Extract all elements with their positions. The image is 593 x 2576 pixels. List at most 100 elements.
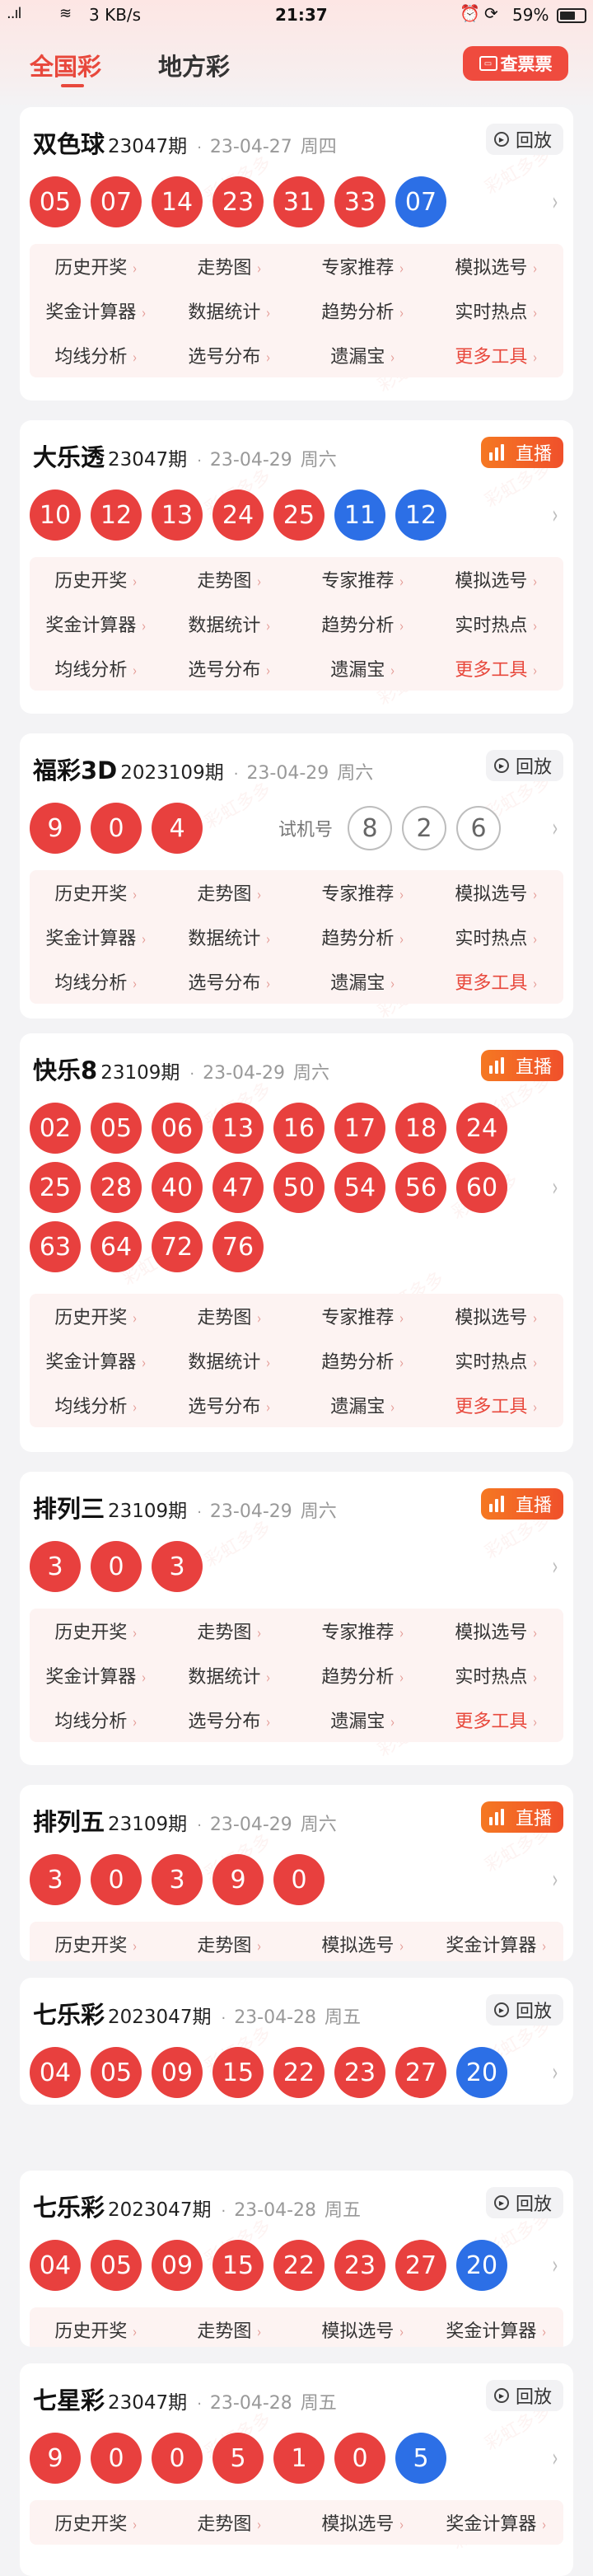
lottery-card[interactable]: 彩虹多多彩虹多多彩虹多多彩虹多多彩虹多多排列三23109期·23-04-29周六… bbox=[20, 1472, 573, 1765]
tool-link[interactable]: 实时热点 › bbox=[430, 1662, 563, 1688]
tab-national-lottery[interactable]: 全国彩 bbox=[30, 48, 101, 87]
tool-link[interactable]: 模拟选号 › bbox=[430, 879, 563, 906]
tool-link[interactable]: 更多工具 › bbox=[430, 968, 563, 995]
tool-link[interactable]: 模拟选号 › bbox=[296, 1931, 430, 1957]
tool-link[interactable]: 历史开奖 › bbox=[30, 253, 163, 279]
replay-button[interactable]: ▶ 回放 bbox=[485, 1994, 563, 2026]
tool-link[interactable]: 奖金计算器 › bbox=[30, 924, 163, 950]
lottery-card[interactable]: 彩虹多多彩虹多多彩虹多多七星彩23047期·23-04-28周五▶回放90051… bbox=[20, 2363, 573, 2576]
tool-link[interactable]: 走势图 › bbox=[163, 879, 296, 906]
lottery-card[interactable]: 彩虹多多彩虹多多彩虹多多彩虹多多彩虹多多快乐823109期·23-04-29周六… bbox=[20, 1033, 573, 1452]
tool-link[interactable]: 模拟选号 › bbox=[430, 1618, 563, 1644]
live-button[interactable]: 直播 bbox=[480, 1488, 563, 1520]
replay-button[interactable]: ▶ 回放 bbox=[485, 750, 563, 781]
lottery-card[interactable]: 彩虹多多彩虹多多彩虹多多彩虹多多彩虹多多双色球23047期·23-04-27周四… bbox=[20, 107, 573, 400]
lottery-card[interactable]: 彩虹多多彩虹多多彩虹多多彩虹多多彩虹多多大乐透23047期·23-04-29周六… bbox=[20, 420, 573, 714]
tool-link[interactable]: 实时热点 › bbox=[430, 611, 563, 637]
tool-link[interactable]: 专家推荐 › bbox=[296, 1303, 430, 1329]
tool-link[interactable]: 趋势分析 › bbox=[296, 1662, 430, 1688]
tool-link[interactable]: 选号分布 › bbox=[163, 1707, 296, 1733]
lottery-card[interactable]: 彩虹多多彩虹多多彩虹多多七乐彩2023047期·23-04-28周五▶回放040… bbox=[20, 2171, 573, 2347]
tool-link[interactable]: 选号分布 › bbox=[163, 342, 296, 368]
tool-link[interactable]: 数据统计 › bbox=[163, 1347, 296, 1374]
live-button[interactable]: 直播 bbox=[480, 1801, 563, 1833]
tool-link[interactable]: 模拟选号 › bbox=[296, 2509, 430, 2536]
tool-link[interactable]: 历史开奖 › bbox=[30, 1303, 163, 1329]
tool-link[interactable]: 走势图 › bbox=[163, 2509, 296, 2536]
tool-link[interactable]: 更多工具 › bbox=[430, 655, 563, 681]
tool-link[interactable]: 模拟选号 › bbox=[430, 1303, 563, 1329]
tool-link[interactable]: 更多工具 › bbox=[430, 1707, 563, 1733]
tool-link[interactable]: 走势图 › bbox=[163, 566, 296, 592]
tool-link[interactable]: 走势图 › bbox=[163, 253, 296, 279]
tool-link[interactable]: 均线分析 › bbox=[30, 1707, 163, 1733]
tool-link[interactable]: 专家推荐 › bbox=[296, 253, 430, 279]
chevron-right-icon[interactable]: › bbox=[552, 2444, 558, 2473]
tool-link[interactable]: 走势图 › bbox=[163, 1303, 296, 1329]
tool-link[interactable]: 均线分析 › bbox=[30, 968, 163, 995]
tool-link[interactable]: 均线分析 › bbox=[30, 342, 163, 368]
tool-link[interactable]: 走势图 › bbox=[163, 2316, 296, 2343]
tool-link[interactable]: 数据统计 › bbox=[163, 1662, 296, 1688]
tool-link[interactable]: 历史开奖 › bbox=[30, 2316, 163, 2343]
chevron-right-icon[interactable]: › bbox=[552, 2251, 558, 2280]
tool-link[interactable]: 遗漏宝 › bbox=[296, 342, 430, 368]
tool-link[interactable]: 选号分布 › bbox=[163, 1392, 296, 1418]
live-button[interactable]: 直播 bbox=[480, 1050, 563, 1081]
replay-button[interactable]: ▶ 回放 bbox=[485, 2380, 563, 2411]
tool-link[interactable]: 奖金计算器 › bbox=[430, 2316, 563, 2343]
tool-link[interactable]: 数据统计 › bbox=[163, 297, 296, 324]
tool-link[interactable]: 历史开奖 › bbox=[30, 1618, 163, 1644]
tool-link[interactable]: 实时热点 › bbox=[430, 297, 563, 324]
tool-link[interactable]: 奖金计算器 › bbox=[30, 297, 163, 324]
tool-link[interactable]: 数据统计 › bbox=[163, 611, 296, 637]
tool-link[interactable]: 更多工具 › bbox=[430, 1392, 563, 1418]
tool-link[interactable]: 走势图 › bbox=[163, 1618, 296, 1644]
tool-link[interactable]: 专家推荐 › bbox=[296, 879, 430, 906]
tool-link[interactable]: 趋势分析 › bbox=[296, 297, 430, 324]
chevron-right-icon[interactable]: › bbox=[552, 501, 558, 530]
tool-link[interactable]: 更多工具 › bbox=[430, 342, 563, 368]
tool-link[interactable]: 遗漏宝 › bbox=[296, 968, 430, 995]
tool-link[interactable]: 模拟选号 › bbox=[430, 566, 563, 592]
tool-link[interactable]: 历史开奖 › bbox=[30, 1931, 163, 1957]
tool-link[interactable]: 趋势分析 › bbox=[296, 1347, 430, 1374]
tool-link[interactable]: 实时热点 › bbox=[430, 924, 563, 950]
tool-link[interactable]: 实时热点 › bbox=[430, 1347, 563, 1374]
chevron-right-icon[interactable]: › bbox=[552, 1173, 558, 1202]
tool-link[interactable]: 奖金计算器 › bbox=[30, 611, 163, 637]
tool-link[interactable]: 奖金计算器 › bbox=[30, 1662, 163, 1688]
check-ticket-button[interactable]: ▭ 查票票 bbox=[463, 46, 568, 81]
live-button[interactable]: 直播 bbox=[480, 437, 563, 468]
tool-link[interactable]: 数据统计 › bbox=[163, 924, 296, 950]
chevron-right-icon[interactable]: › bbox=[552, 814, 558, 843]
tool-link[interactable]: 选号分布 › bbox=[163, 655, 296, 681]
tool-link[interactable]: 趋势分析 › bbox=[296, 924, 430, 950]
tool-link[interactable]: 趋势分析 › bbox=[296, 611, 430, 637]
tool-link[interactable]: 专家推荐 › bbox=[296, 1618, 430, 1644]
tool-link[interactable]: 模拟选号 › bbox=[430, 253, 563, 279]
tool-link[interactable]: 遗漏宝 › bbox=[296, 1707, 430, 1733]
tool-link[interactable]: 遗漏宝 › bbox=[296, 655, 430, 681]
tool-link[interactable]: 历史开奖 › bbox=[30, 566, 163, 592]
replay-button[interactable]: ▶ 回放 bbox=[485, 2187, 563, 2218]
chevron-right-icon[interactable]: › bbox=[552, 1866, 558, 1895]
replay-button[interactable]: ▶ 回放 bbox=[485, 124, 563, 155]
tool-link[interactable]: 奖金计算器 › bbox=[430, 1931, 563, 1957]
tool-link[interactable]: 历史开奖 › bbox=[30, 2509, 163, 2536]
chevron-right-icon[interactable]: › bbox=[552, 188, 558, 217]
chevron-right-icon[interactable]: › bbox=[552, 2058, 558, 2087]
lottery-card[interactable]: 彩虹多多彩虹多多彩虹多多彩虹多多彩虹多多福彩3D2023109期·23-04-2… bbox=[20, 733, 573, 1019]
tool-link[interactable]: 奖金计算器 › bbox=[430, 2509, 563, 2536]
tool-link[interactable]: 选号分布 › bbox=[163, 968, 296, 995]
tool-link[interactable]: 历史开奖 › bbox=[30, 879, 163, 906]
tool-link[interactable]: 均线分析 › bbox=[30, 1392, 163, 1418]
tool-link[interactable]: 奖金计算器 › bbox=[30, 1347, 163, 1374]
chevron-right-icon[interactable]: › bbox=[552, 1553, 558, 1581]
tool-link[interactable]: 遗漏宝 › bbox=[296, 1392, 430, 1418]
tool-link[interactable]: 模拟选号 › bbox=[296, 2316, 430, 2343]
tab-local-lottery[interactable]: 地方彩 bbox=[158, 48, 230, 82]
lottery-card[interactable]: 彩虹多多彩虹多多彩虹多多排列五23109期·23-04-29周六直播30390›… bbox=[20, 1785, 573, 1961]
tool-link[interactable]: 均线分析 › bbox=[30, 655, 163, 681]
tool-link[interactable]: 走势图 › bbox=[163, 1931, 296, 1957]
